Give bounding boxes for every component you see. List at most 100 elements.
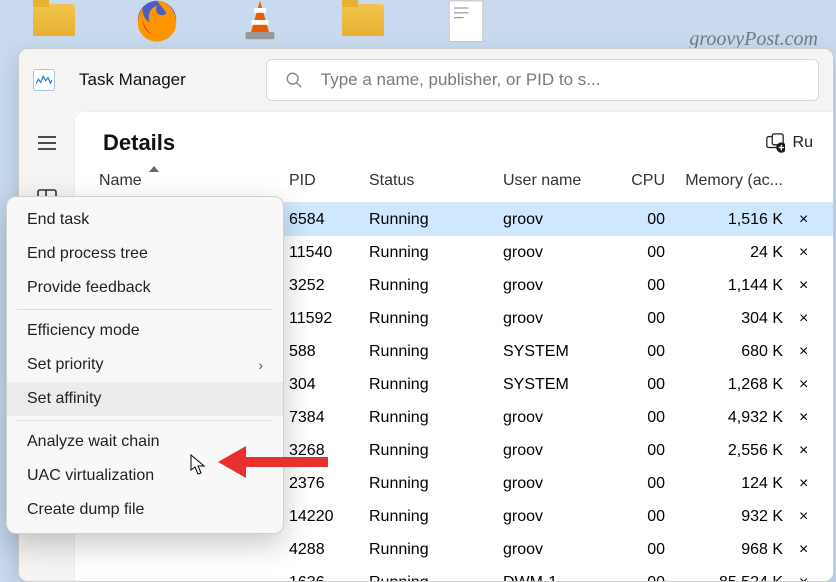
chevron-right-icon: › [258, 357, 263, 373]
cell-status: Running [361, 277, 495, 295]
cell-mem: 24 K [673, 244, 791, 262]
cell-cpu: 00 [613, 508, 673, 526]
cell-pid: 1636 [281, 574, 361, 582]
cell-extra: × [791, 343, 807, 361]
cell-extra: × [791, 475, 807, 493]
document-icon[interactable] [442, 0, 490, 40]
menu-separator [17, 420, 273, 421]
cell-cpu: 00 [613, 376, 673, 394]
cell-user: groov [495, 277, 613, 295]
cell-cpu: 00 [613, 244, 673, 262]
cell-user: groov [495, 310, 613, 328]
search-input[interactable] [321, 70, 800, 90]
cell-status: Running [361, 541, 495, 559]
run-new-task-button[interactable]: Ru [765, 133, 813, 153]
cell-cpu: 00 [613, 574, 673, 582]
cell-user: SYSTEM [495, 343, 613, 361]
cell-pid: 11540 [281, 244, 361, 262]
cursor-icon [190, 454, 208, 481]
cell-mem: 2,556 K [673, 442, 791, 460]
cell-mem: 124 K [673, 475, 791, 493]
cell-extra: × [791, 574, 807, 582]
cell-cpu: 00 [613, 343, 673, 361]
cell-cpu: 00 [613, 211, 673, 229]
cell-pid: 11592 [281, 310, 361, 328]
cell-user: groov [495, 409, 613, 427]
cell-mem: 1,516 K [673, 211, 791, 229]
cell-user: groov [495, 442, 613, 460]
cell-pid: 7384 [281, 409, 361, 427]
cell-mem: 968 K [673, 541, 791, 559]
cell-user: groov [495, 211, 613, 229]
vlc-icon[interactable] [236, 0, 284, 40]
cell-extra: × [791, 376, 807, 394]
cell-user: DWM-1 [495, 574, 613, 582]
app-title: Task Manager [79, 70, 186, 90]
cell-status: Running [361, 244, 495, 262]
menu-efficiency-mode[interactable]: Efficiency mode [7, 314, 283, 348]
cell-cpu: 00 [613, 409, 673, 427]
column-status[interactable]: Status [361, 168, 495, 194]
cell-user: groov [495, 508, 613, 526]
cell-cpu: 00 [613, 277, 673, 295]
run-label: Ru [793, 134, 813, 152]
cell-mem: 85,524 K [673, 574, 791, 582]
menu-create-dump-file[interactable]: Create dump file [7, 493, 283, 527]
cell-cpu: 00 [613, 541, 673, 559]
cell-pid: 14220 [281, 508, 361, 526]
folder-icon[interactable] [30, 0, 78, 40]
column-extra[interactable] [791, 168, 807, 194]
menu-provide-feedback[interactable]: Provide feedback [7, 271, 283, 305]
cell-cpu: 00 [613, 310, 673, 328]
page-title: Details [103, 130, 175, 156]
app-icon [33, 69, 55, 91]
cell-status: Running [361, 442, 495, 460]
cell-extra: × [791, 211, 807, 229]
table-row[interactable]: 1636RunningDWM-10085,524 K× [75, 566, 833, 582]
titlebar: Task Manager [19, 49, 833, 111]
search-box[interactable] [266, 59, 819, 101]
cell-status: Running [361, 475, 495, 493]
cell-cpu: 00 [613, 475, 673, 493]
cell-mem: 932 K [673, 508, 791, 526]
column-mem[interactable]: Memory (ac... [673, 168, 791, 194]
column-name[interactable]: Name [91, 168, 281, 194]
cell-mem: 1,144 K [673, 277, 791, 295]
menu-set-affinity[interactable]: Set affinity [7, 382, 283, 416]
menu-end-process-tree[interactable]: End process tree [7, 237, 283, 271]
column-user[interactable]: User name [495, 168, 613, 194]
cell-cpu: 00 [613, 442, 673, 460]
cell-pid: 4288 [281, 541, 361, 559]
cell-pid: 304 [281, 376, 361, 394]
cell-extra: × [791, 244, 807, 262]
cell-status: Running [361, 409, 495, 427]
folder-icon-2[interactable] [339, 0, 387, 40]
menu-set-priority[interactable]: Set priority› [7, 348, 283, 382]
firefox-icon[interactable] [133, 0, 181, 40]
cell-extra: × [791, 541, 807, 559]
cell-status: Running [361, 310, 495, 328]
cell-status: Running [361, 343, 495, 361]
cell-user: groov [495, 541, 613, 559]
table-row[interactable]: 4288Runninggroov00968 K× [75, 533, 833, 566]
menu-end-task[interactable]: End task [7, 203, 283, 237]
cell-mem: 680 K [673, 343, 791, 361]
cell-status: Running [361, 574, 495, 582]
cell-status: Running [361, 376, 495, 394]
cell-extra: × [791, 277, 807, 295]
cell-extra: × [791, 508, 807, 526]
cell-pid: 3252 [281, 277, 361, 295]
cell-pid: 588 [281, 343, 361, 361]
column-pid[interactable]: PID [281, 168, 361, 194]
cell-status: Running [361, 508, 495, 526]
hamburger-icon[interactable] [33, 129, 61, 157]
column-cpu[interactable]: CPU [613, 168, 673, 194]
annotation-arrow [218, 442, 328, 487]
cell-extra: × [791, 310, 807, 328]
cell-pid: 6584 [281, 211, 361, 229]
cell-extra: × [791, 409, 807, 427]
cell-user: groov [495, 475, 613, 493]
cell-mem: 4,932 K [673, 409, 791, 427]
menu-separator [17, 309, 273, 310]
cell-extra: × [791, 442, 807, 460]
